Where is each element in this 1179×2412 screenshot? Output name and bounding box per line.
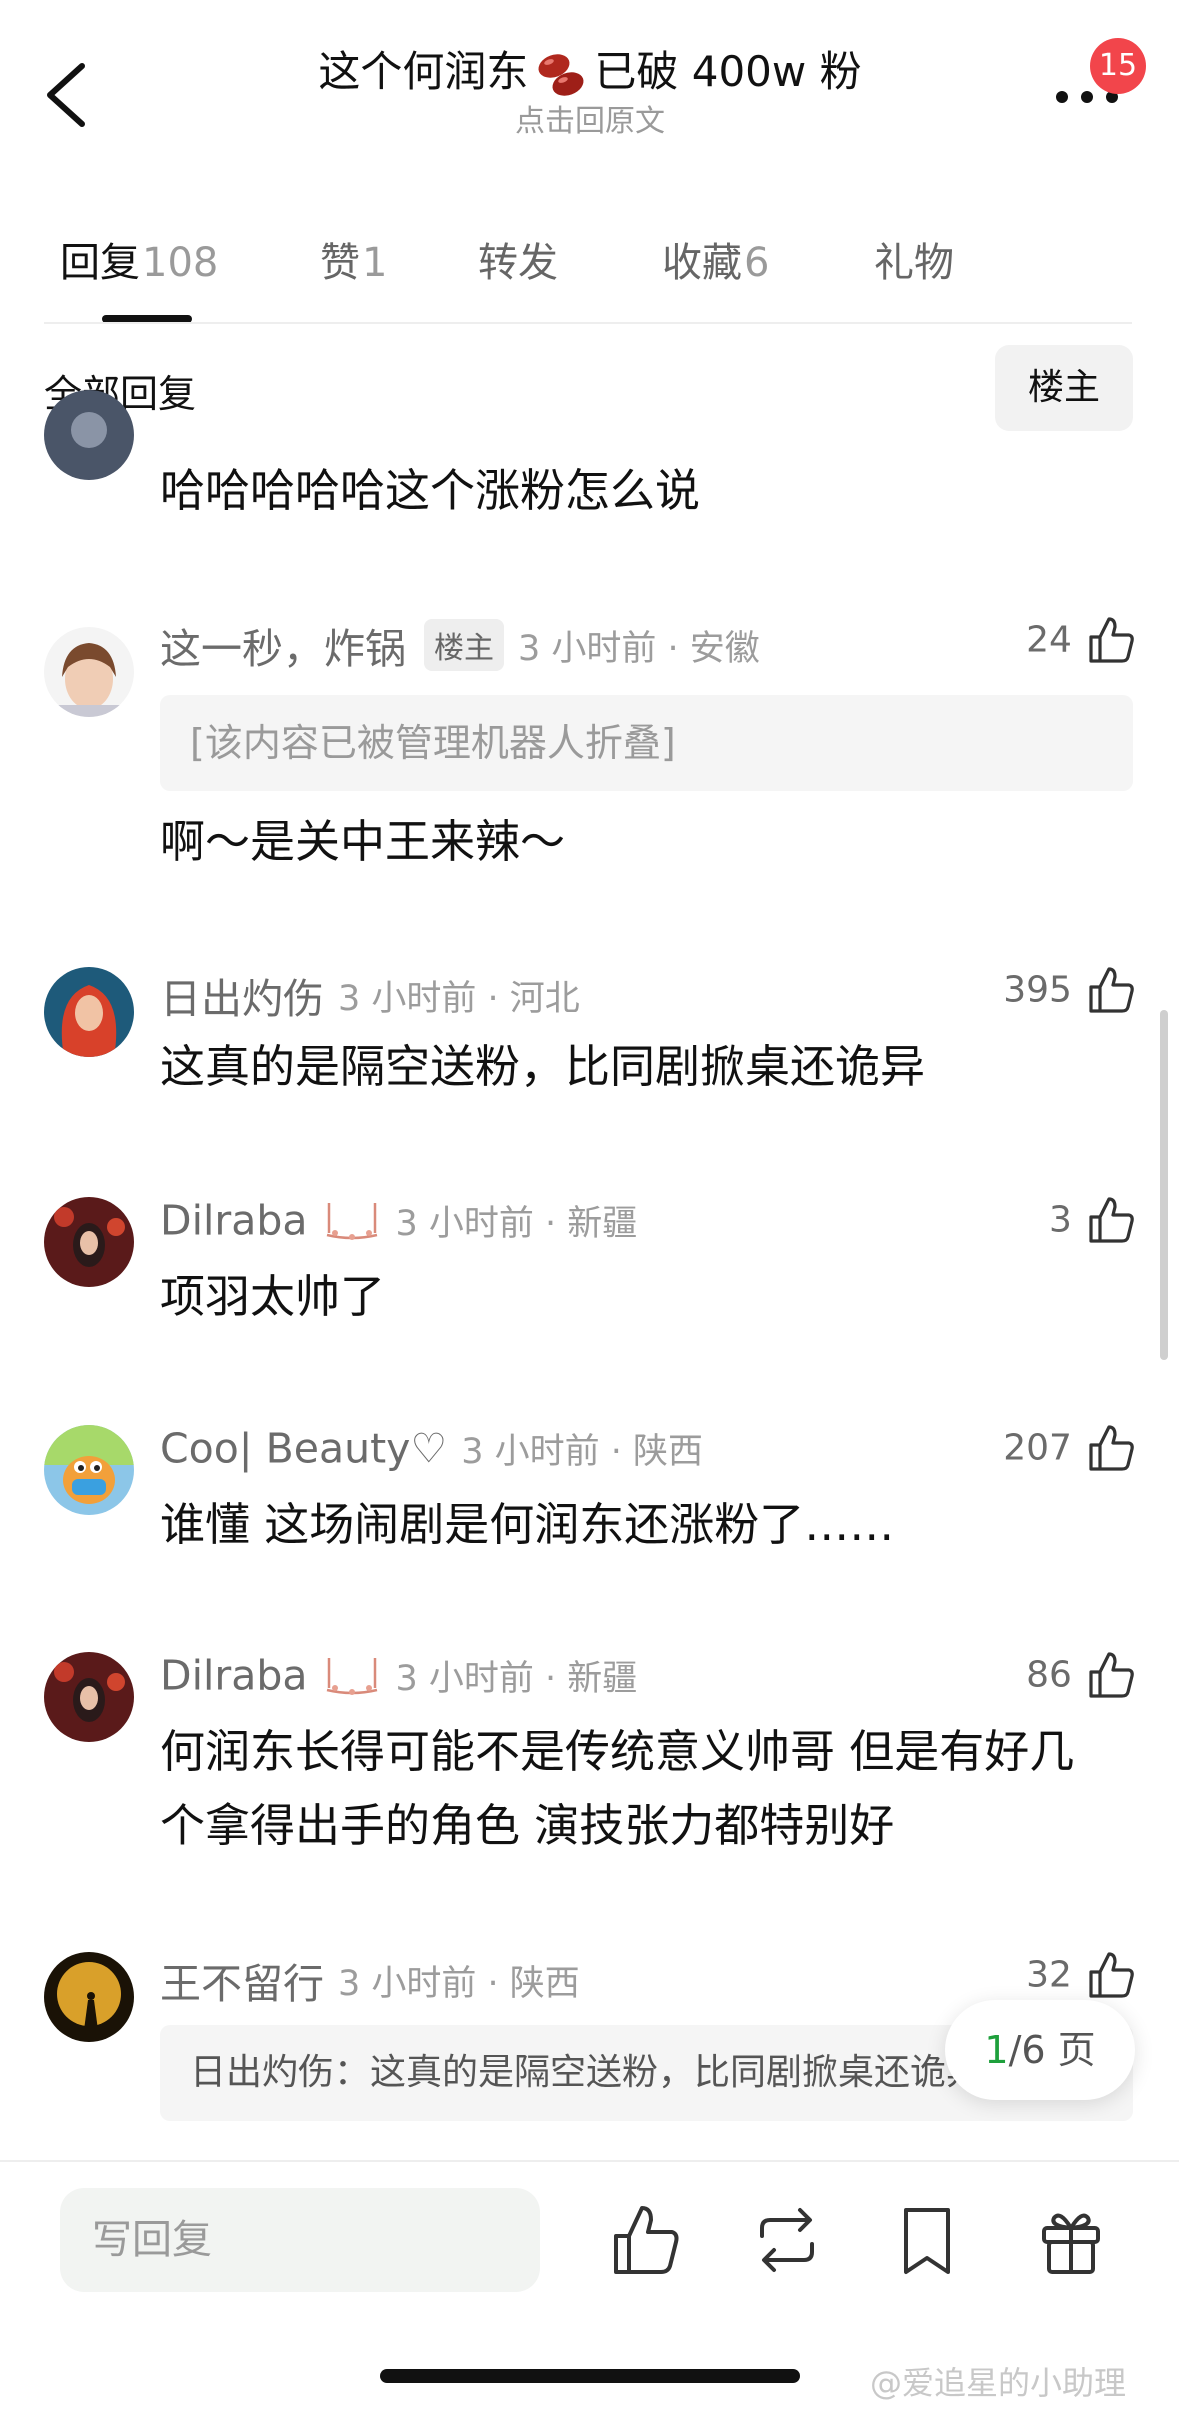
comment-meta: 3 小时前 · 新疆 (395, 1659, 638, 1699)
notification-badge: 15 (1090, 38, 1146, 94)
tab-gifts[interactable]: 礼物 (874, 230, 954, 288)
op-only-filter-button[interactable]: 楼主 (995, 345, 1133, 431)
avatar[interactable] (44, 1952, 134, 2042)
reply-input[interactable]: 写回复 (60, 2188, 540, 2292)
username[interactable]: Dilraba (160, 1652, 307, 1700)
comment-text-line: 何润东长得可能不是传统意义帅哥 但是有好几 (160, 1725, 1075, 1778)
like-button[interactable]: 86 (1026, 1650, 1135, 1710)
thumbs-up-icon (1089, 1425, 1134, 1471)
current-page: 1 (984, 2028, 1009, 2072)
avatar[interactable] (44, 1197, 134, 1287)
comment-meta: 3 小时前 · 安徽 (518, 628, 760, 669)
back-to-original-link[interactable]: 点击回原文 (240, 102, 940, 142)
scrollbar[interactable] (1160, 1010, 1168, 1360)
bookmark-icon[interactable] (892, 2202, 962, 2278)
title-suffix: 已破 400w 粉 (594, 47, 862, 96)
like-button[interactable]: 3 (1049, 1195, 1135, 1255)
post-title: 这个何润东 已破 400w 粉 (240, 42, 940, 102)
like-button[interactable]: 24 (1026, 615, 1135, 675)
thumbs-up-icon[interactable] (610, 2202, 680, 2278)
comment-meta: 3 小时前 · 河北 (338, 978, 580, 1019)
comment-text: 啊～是关中王来辣～ (160, 815, 566, 868)
tab-replies[interactable]: 回复108 (60, 230, 218, 288)
vip-badge-icon (327, 1657, 378, 1695)
top-nav-bar: 这个何润东 已破 400w 粉 点击回原文 15 (0, 0, 1179, 190)
thumbs-up-icon (1089, 1197, 1134, 1243)
thumbs-up-icon (1089, 967, 1134, 1013)
comment-text: 谁懂 这场闹剧是何润东还涨粉了…… (160, 1498, 895, 1551)
like-button[interactable]: 207 (1003, 1423, 1135, 1483)
avatar[interactable] (44, 1425, 134, 1515)
bottom-fade (0, 2140, 1179, 2160)
comment-text-line: 个拿得出手的角色 演技张力都特别好 (160, 1799, 895, 1852)
avatar[interactable] (44, 627, 134, 717)
filter-row: 全部回复 楼主 (0, 345, 1179, 435)
tab-reposts[interactable]: 转发 (478, 230, 558, 288)
like-count: 207 (1003, 1427, 1072, 1469)
chevron-left-icon[interactable] (40, 60, 100, 130)
tab-likes[interactable]: 赞1 (320, 230, 387, 288)
red-bean-emoji-icon (538, 53, 584, 96)
like-count: 32 (1026, 1954, 1072, 1996)
total-pages: /6 页 (1008, 2028, 1096, 2072)
avatar[interactable] (44, 1652, 134, 1742)
interaction-tabs: 回复108 赞1 转发 收藏6 礼物 (0, 215, 1179, 325)
comment-header: 这一秒，炸锅 楼主 3 小时前 · 安徽 (160, 615, 760, 675)
username[interactable]: 日出灼伤 (160, 975, 324, 1023)
comment-header: 王不留行 3 小时前 · 陕西 (160, 1950, 580, 2010)
username[interactable]: Coo| Beauty♡ (160, 1425, 447, 1473)
comment-header: Dilraba 3 小时前 · 新疆 (160, 1650, 637, 1710)
title-prefix: 这个何润东 (318, 47, 529, 96)
comment-meta: 3 小时前 · 陕西 (461, 1432, 703, 1472)
repost-icon[interactable] (752, 2202, 822, 2278)
avatar[interactable] (44, 967, 134, 1057)
comment-text: 项羽太帅了 (160, 1270, 386, 1323)
username[interactable]: Dilraba (160, 1197, 307, 1245)
username[interactable]: 这一秒，炸锅 (160, 625, 406, 673)
thumbs-up-icon (1089, 617, 1134, 663)
like-count: 395 (1003, 969, 1072, 1011)
vip-badge-icon (327, 1202, 378, 1240)
watermark: @爱追星的小助理 (870, 2364, 1127, 2402)
tabs-divider (44, 322, 1132, 324)
comment-header: Coo| Beauty♡ 3 小时前 · 陕西 (160, 1423, 703, 1483)
like-count: 3 (1049, 1199, 1072, 1241)
comment-meta: 3 小时前 · 陕西 (338, 1963, 580, 2004)
thumbs-up-icon (1089, 1952, 1134, 1998)
page-indicator[interactable]: 1/6 页 (945, 2000, 1135, 2100)
like-button[interactable]: 395 (1003, 965, 1135, 1025)
folded-content-notice[interactable]: [该内容已被管理机器人折叠] (160, 695, 1133, 791)
comment-meta: 3 小时前 · 新疆 (395, 1204, 638, 1244)
home-indicator[interactable] (380, 2369, 800, 2383)
comment-text: 哈哈哈哈哈这个涨粉怎么说 (160, 464, 701, 517)
comment-text: 这真的是隔空送粉，比同剧掀桌还诡异 (160, 1040, 926, 1093)
avatar[interactable] (44, 390, 134, 480)
username[interactable]: 王不留行 (160, 1960, 324, 2008)
comment-header: Dilraba 3 小时前 · 新疆 (160, 1195, 637, 1255)
tab-favorites[interactable]: 收藏6 (662, 230, 769, 288)
comment-text: 何润东长得可能不是传统意义帅哥 但是有好几 个拿得出手的角色 演技张力都特别好 (160, 1715, 1140, 1863)
gift-icon[interactable] (1036, 2202, 1106, 2278)
thumbs-up-icon (1089, 1652, 1134, 1698)
op-tag: 楼主 (424, 619, 504, 671)
post-title-area[interactable]: 这个何润东 已破 400w 粉 点击回原文 (240, 42, 940, 142)
like-count: 24 (1026, 619, 1072, 661)
comment-header: 日出灼伤 3 小时前 · 河北 (160, 965, 580, 1025)
like-count: 86 (1026, 1654, 1072, 1696)
